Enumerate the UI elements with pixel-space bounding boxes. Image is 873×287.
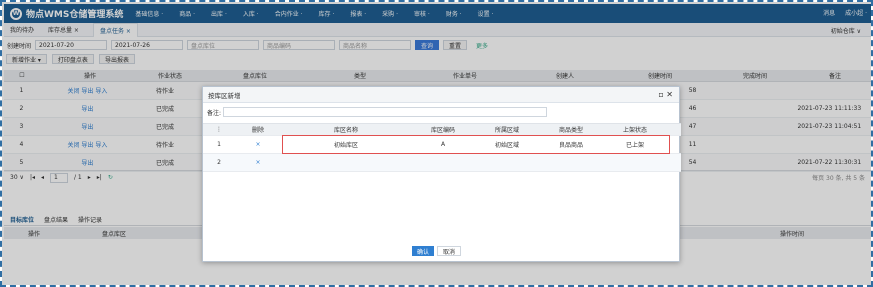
note-input[interactable]	[223, 107, 548, 117]
area-code: A	[440, 141, 446, 148]
row-num: 2	[217, 159, 221, 166]
area-table-header: ⋮ 删除 库区名称 库区编码 所属区域 商品类型 上架状态	[203, 124, 681, 136]
area-row[interactable]: 2 ×	[203, 154, 681, 172]
area-goods-type: 良品商品	[558, 142, 583, 149]
area-region: 初始区域	[494, 142, 519, 149]
add-by-area-dialog: 按库区新增 ▫ ✕ 备注: ⋮ 删除 库区名称 库区编码 所属区域 商品类型 上…	[202, 86, 681, 262]
delete-row-icon[interactable]: ×	[235, 141, 281, 148]
header-shelf-state: 上架状态	[622, 127, 647, 134]
area-row[interactable]: 1 × 初始库区 A 初始区域 良品商品 已上架	[203, 136, 681, 154]
cancel-button[interactable]: 取消	[437, 246, 462, 256]
header-region: 所属区域	[494, 127, 519, 134]
note-row: 备注:	[207, 107, 548, 117]
row-num: 1	[217, 141, 221, 148]
close-icon[interactable]: ▫ ✕	[658, 90, 673, 99]
area-shelf-state: 已上架	[625, 142, 644, 149]
confirm-button[interactable]: 确认	[412, 246, 435, 256]
header-delete: 删除	[251, 127, 264, 134]
header-goods-type: 商品类型	[558, 127, 583, 134]
header-area-name: 库区名称	[333, 127, 358, 134]
dialog-buttons: 确认 取消	[412, 246, 462, 256]
area-table: ⋮ 删除 库区名称 库区编码 所属区域 商品类型 上架状态 1 × 初始库区 A…	[203, 123, 681, 172]
delete-row-icon[interactable]: ×	[235, 159, 281, 166]
header-area-code: 库区编码	[430, 127, 455, 134]
dialog-title: 按库区新增	[203, 87, 679, 103]
app-window: W 物点WMS仓储管理系统 基础信息 · 商品 · 出库 · 入库 · 合内作业…	[0, 0, 873, 287]
area-name: 初始库区	[333, 142, 358, 149]
note-label: 备注:	[207, 109, 222, 117]
drag-header-icon: ⋮	[216, 126, 222, 133]
